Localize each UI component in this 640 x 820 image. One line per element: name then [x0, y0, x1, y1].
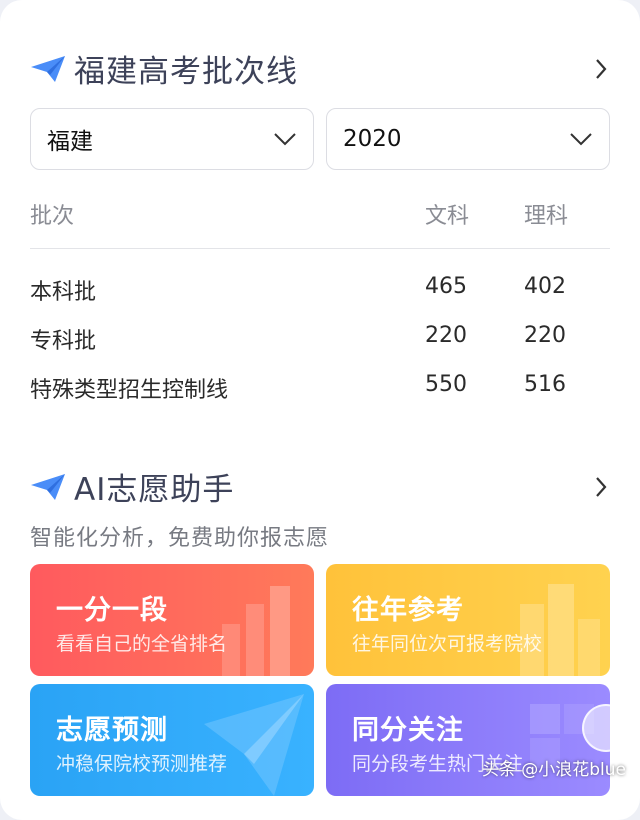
section-title: 福建高考批次线	[74, 54, 298, 90]
chevron-right-icon[interactable]	[594, 475, 608, 499]
tile-title: 志愿预测	[56, 715, 168, 746]
tile-title: 一分一段	[56, 595, 168, 626]
watermark: 头条 @小浪花blue	[481, 760, 626, 780]
section-subtitle: 智能化分析，免费助你报志愿	[30, 526, 330, 551]
year-select[interactable]: 2020	[326, 108, 610, 170]
tile-subtitle: 往年同位次可报考院校	[352, 633, 543, 655]
wenke-score: 465	[425, 274, 467, 299]
tile-subtitle: 看看自己的全省排名	[56, 633, 228, 655]
table-row: 本科批 465 402	[30, 274, 610, 306]
content-card: 福建高考批次线 福建 2020 批次 文科 理科 本科批 465 402 专科批…	[0, 0, 640, 820]
paper-plane-icon	[31, 473, 65, 500]
batch-name: 特殊类型招生控制线	[30, 378, 229, 403]
chevron-down-icon	[570, 133, 592, 146]
section-header-ai-assistant[interactable]: AI志愿助手	[30, 464, 610, 509]
tile-past-reference[interactable]: 往年参考 往年同位次可报考院校	[326, 564, 610, 676]
chevron-right-icon[interactable]	[594, 57, 608, 81]
batch-name: 专科批	[30, 329, 97, 354]
tile-application-prediction[interactable]: 志愿预测 冲稳保院校预测推荐	[30, 684, 314, 796]
year-value: 2020	[343, 126, 402, 152]
watermark-logo-icon	[582, 704, 630, 752]
chevron-down-icon	[274, 133, 296, 146]
tile-subtitle: 冲稳保院校预测推荐	[56, 753, 228, 775]
batch-name: 本科批	[30, 280, 97, 305]
header-like: 理科	[524, 204, 569, 229]
paper-plane-icon	[204, 694, 304, 796]
section-header-batch-lines[interactable]: 福建高考批次线	[30, 46, 610, 91]
building-icon	[520, 584, 600, 676]
table-row: 专科批 220 220	[30, 323, 610, 355]
tile-title: 往年参考	[352, 595, 464, 626]
table-row: 特殊类型招生控制线 550 516	[30, 372, 610, 404]
paper-plane-icon	[31, 55, 65, 82]
header-batch: 批次	[30, 204, 75, 229]
like-score: 220	[524, 323, 566, 348]
bar-chart-icon	[222, 586, 290, 676]
header-wenke: 文科	[425, 204, 470, 229]
table-header: 批次 文科 理科	[30, 198, 610, 229]
divider	[30, 248, 610, 249]
like-score: 402	[524, 274, 566, 299]
tile-score-ranking[interactable]: 一分一段 看看自己的全省排名	[30, 564, 314, 676]
province-value: 福建	[47, 129, 93, 155]
tile-title: 同分关注	[352, 715, 464, 746]
like-score: 516	[524, 372, 566, 397]
wenke-score: 220	[425, 323, 467, 348]
province-select[interactable]: 福建	[30, 108, 314, 170]
section-title: AI志愿助手	[74, 472, 235, 508]
wenke-score: 550	[425, 372, 467, 397]
